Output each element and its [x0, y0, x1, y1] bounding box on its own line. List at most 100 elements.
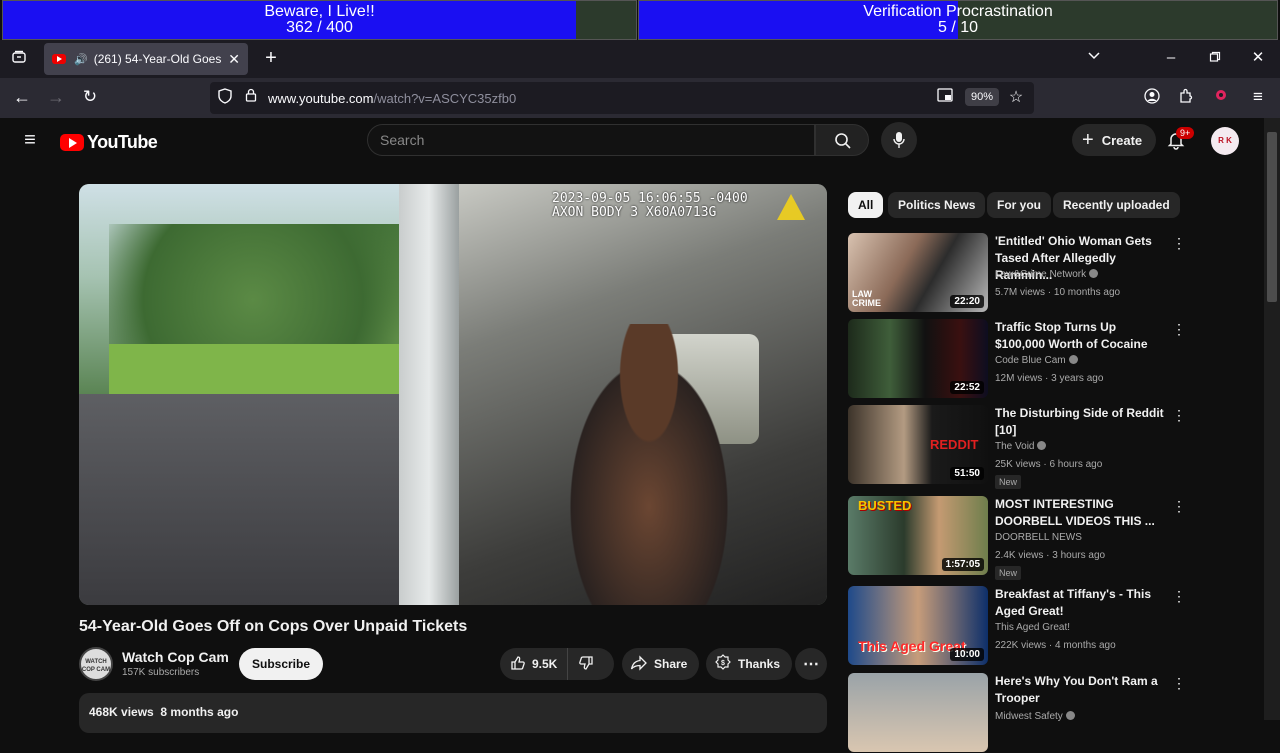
more-options-icon[interactable]: ⋮ — [1172, 321, 1186, 338]
like-dislike-group: 9.5K — [500, 648, 614, 680]
page-scrollbar[interactable] — [1264, 118, 1280, 720]
url-path: /watch?v=ASCYC35zfb0 — [373, 91, 517, 106]
back-arrow-icon[interactable]: ← — [11, 87, 33, 107]
recommended-channel: This Aged Great! — [995, 622, 1071, 633]
recommended-video[interactable]: This Aged Great 10:00 Breakfast at Tiffa… — [848, 586, 1190, 666]
recommended-channel: DOORBELL NEWS — [995, 532, 1082, 543]
restore-icon[interactable] — [1204, 49, 1226, 69]
video-thumbnail[interactable] — [848, 673, 988, 752]
guide-menu-icon[interactable]: ≡ — [19, 130, 41, 150]
recommended-channel: The Void — [995, 441, 1047, 452]
super-thanks-icon: $ — [714, 653, 732, 675]
more-options-icon[interactable]: ⋮ — [1172, 588, 1186, 605]
video-thumbnail[interactable]: BUSTED 1:57:05 — [848, 496, 988, 575]
picture-in-picture-icon[interactable] — [934, 88, 956, 108]
chip-recently-uploaded[interactable]: Recently uploaded — [1053, 192, 1180, 218]
nav-bar: ← → ↻ www.youtube.com/watch?v=ASCYC35zfb… — [0, 78, 1280, 118]
create-button[interactable]: + Create — [1072, 124, 1157, 156]
dislike-button[interactable] — [568, 655, 604, 674]
progress-bar-verification: Verification Procrastination 5 / 10 — [638, 0, 1278, 40]
recommended-channel: Midwest Safety — [995, 711, 1075, 722]
extensions-icon[interactable] — [1175, 88, 1197, 110]
thumbs-up-icon — [510, 655, 526, 674]
recommended-video[interactable]: BUSTED 1:57:05 MOST INTERESTING DOORBELL… — [848, 496, 1190, 580]
recommended-title: Breakfast at Tiffany's - This Aged Great… — [995, 587, 1152, 618]
verified-icon — [1065, 711, 1075, 720]
url-host: www.youtube.com — [268, 91, 374, 106]
search-button[interactable] — [815, 124, 869, 156]
new-tab-icon[interactable]: + — [260, 48, 282, 68]
account-icon[interactable] — [1141, 88, 1163, 110]
channel-name[interactable]: Watch Cop Cam — [122, 649, 229, 665]
youtube-favicon-icon — [52, 54, 66, 64]
minimize-icon[interactable]: – — [1160, 48, 1182, 68]
search-icon — [835, 133, 851, 149]
speaker-icon[interactable]: 🔊 — [74, 53, 88, 66]
verified-icon — [1037, 441, 1047, 450]
video-thumbnail[interactable]: REDDIT 51:50 — [848, 405, 988, 484]
lock-icon[interactable] — [240, 88, 262, 108]
video-duration: 22:20 — [950, 295, 984, 308]
reload-icon[interactable]: ↻ — [79, 87, 101, 107]
video-thumbnail[interactable]: This Aged Great 10:00 — [848, 586, 988, 665]
zoom-level[interactable]: 90% — [965, 88, 1000, 106]
share-button[interactable]: Share — [622, 648, 700, 680]
microphone-icon — [893, 132, 905, 148]
recommended-title: The Disturbing Side of Reddit [10] — [995, 406, 1164, 437]
video-thumbnail[interactable]: LAW CRIME 22:20 — [848, 233, 988, 312]
search-box[interactable] — [367, 124, 815, 156]
like-button[interactable]: 9.5K — [500, 648, 569, 680]
voice-search-button[interactable] — [881, 122, 917, 158]
bodycam-timestamp: 2023-09-05 16:06:55 -0400 AXON BODY 3 X60… — [552, 191, 748, 220]
video-duration: 51:50 — [950, 467, 984, 480]
recommended-video[interactable]: REDDIT 51:50 The Disturbing Side of Redd… — [848, 405, 1190, 489]
more-options-icon[interactable]: ⋮ — [1172, 498, 1186, 515]
chip-all[interactable]: All — [848, 192, 884, 218]
recommended-video[interactable]: Here's Why You Don't Ram a Trooper Midwe… — [848, 673, 1190, 753]
user-avatar[interactable]: R K — [1211, 127, 1239, 155]
chip-for-you[interactable]: For you — [987, 192, 1051, 218]
thumbnail-text: REDDIT — [930, 437, 979, 452]
more-options-icon[interactable]: ⋮ — [1172, 235, 1186, 252]
list-all-tabs-icon[interactable] — [1083, 49, 1105, 69]
share-label: Share — [654, 657, 688, 671]
menu-icon[interactable]: ≡ — [1247, 87, 1269, 107]
close-tab-icon[interactable]: ✕ — [228, 51, 240, 68]
video-player[interactable]: 2023-09-05 16:06:55 -0400 AXON BODY 3 X60… — [79, 184, 827, 605]
recommended-meta: 222K views · 4 months ago — [995, 640, 1116, 651]
recommended-title: Here's Why You Don't Ram a Trooper — [995, 674, 1158, 705]
recommended-video[interactable]: 22:52 Traffic Stop Turns Up $100,000 Wor… — [848, 319, 1190, 399]
chip-politics-news[interactable]: Politics News — [888, 192, 986, 218]
more-actions-button[interactable]: ⋯ — [795, 648, 827, 680]
tab-overview-icon[interactable] — [8, 49, 30, 71]
subscriber-count: 157K subscribers — [122, 667, 200, 678]
notifications-badge: 9+ — [1176, 127, 1195, 139]
bookmark-star-icon[interactable]: ☆ — [1005, 88, 1027, 108]
more-options-icon[interactable]: ⋮ — [1172, 675, 1186, 692]
description-box[interactable]: 468K views 8 months ago — [79, 693, 827, 733]
recommended-channel: Code Blue Cam — [995, 355, 1078, 366]
recommended-meta: 2.4K views · 3 hours ago — [995, 550, 1106, 561]
browser-tab-active[interactable]: 🔊 (261) 54-Year-Old Goes Off on Cops Ove… — [44, 43, 248, 75]
youtube-page: ≡ YouTube + Create 9+ R K 2023-09-05 16:… — [0, 118, 1264, 752]
forward-arrow-icon[interactable]: → — [45, 87, 67, 107]
search-input[interactable] — [380, 125, 800, 155]
url-text[interactable]: www.youtube.com/watch?v=ASCYC35zfb0 — [268, 91, 516, 106]
video-thumbnail[interactable]: 22:52 — [848, 319, 988, 398]
channel-avatar[interactable]: WATCH COP CAM — [79, 647, 113, 681]
extension-red-icon[interactable] — [1210, 88, 1232, 108]
progress-bar-beware: Beware, I Live!! 362 / 400 — [2, 0, 637, 40]
close-window-icon[interactable]: ✕ — [1247, 48, 1269, 68]
tab-title: (261) 54-Year-Old Goes Off on Cops Over … — [93, 52, 225, 66]
youtube-logo[interactable]: YouTube — [60, 132, 158, 153]
tracking-shield-icon[interactable] — [214, 88, 236, 110]
thumbnail-text: LAW CRIME — [852, 289, 881, 308]
scrollbar-thumb[interactable] — [1267, 132, 1277, 302]
recommended-video[interactable]: LAW CRIME 22:20 'Entitled' Ohio Woman Ge… — [848, 233, 1190, 313]
plus-icon: + — [1082, 128, 1094, 151]
url-bar[interactable]: www.youtube.com/watch?v=ASCYC35zfb0 90% … — [210, 82, 1034, 114]
thanks-button[interactable]: $ Thanks — [706, 648, 793, 680]
more-options-icon[interactable]: ⋮ — [1172, 407, 1186, 424]
subscribe-button[interactable]: Subscribe — [239, 648, 324, 680]
warning-triangle-icon — [777, 194, 805, 220]
